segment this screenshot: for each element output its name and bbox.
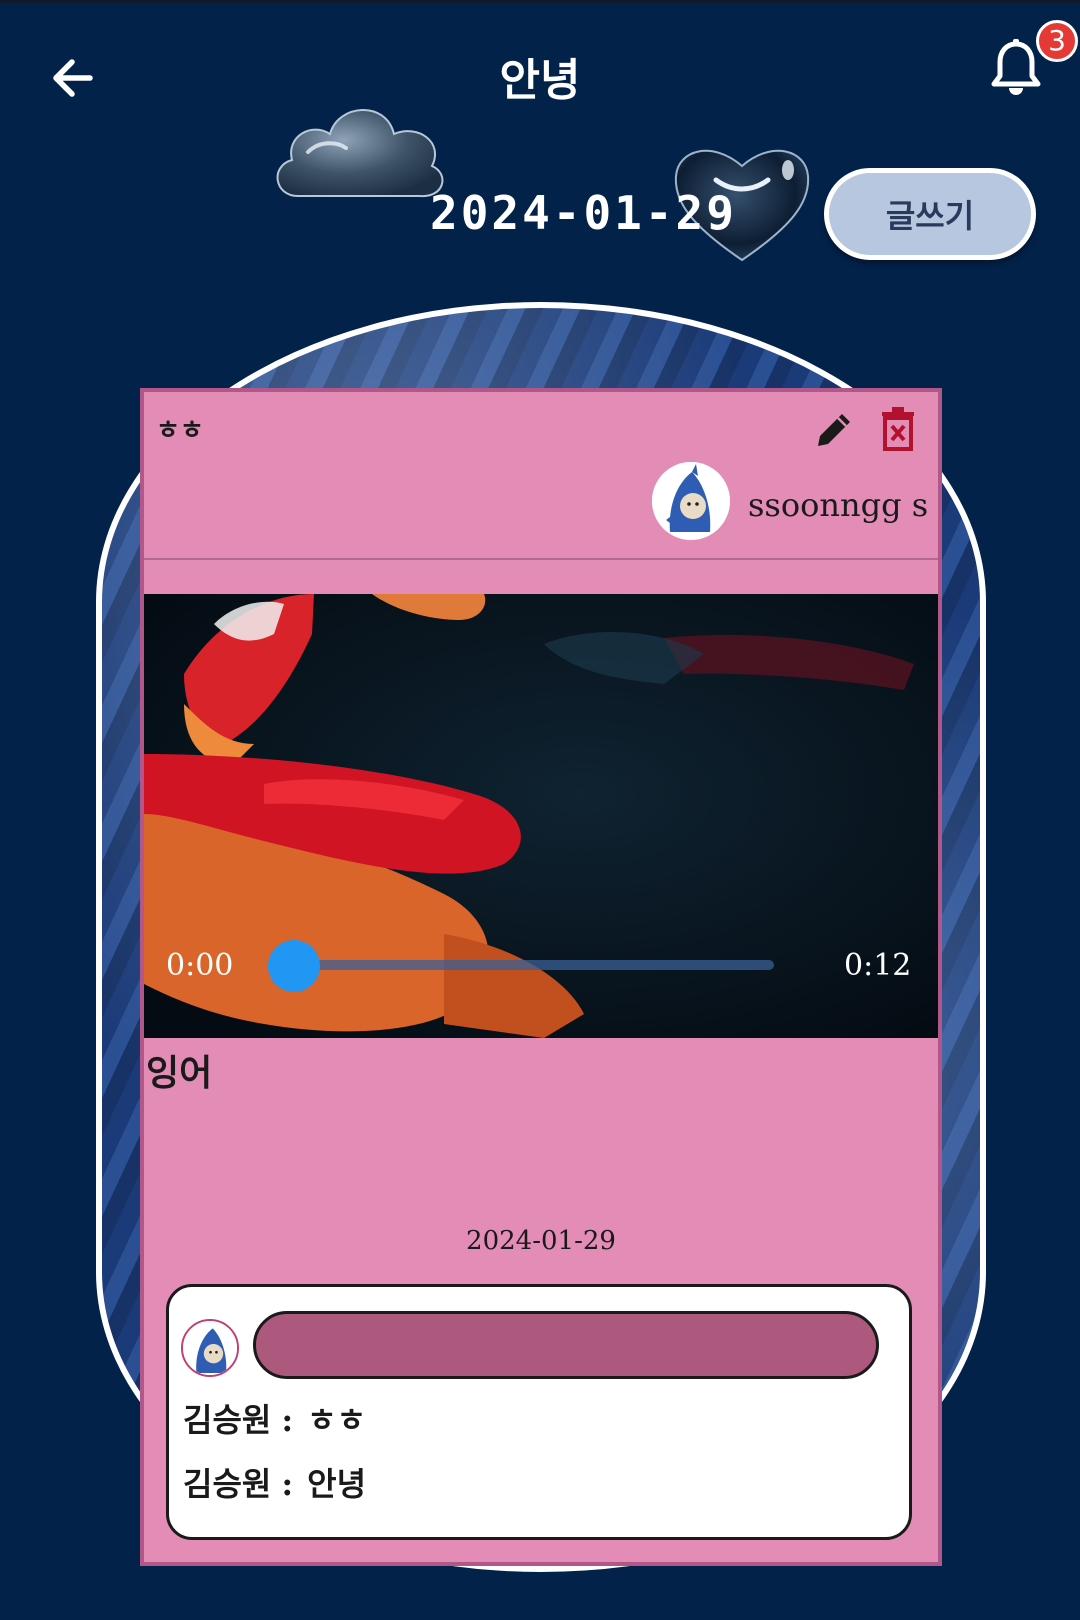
selected-date: 2024-01-29	[430, 186, 737, 240]
post-title: ㅎㅎ	[156, 416, 204, 446]
comment-separator: :	[281, 1401, 294, 1439]
comment-input[interactable]	[253, 1311, 879, 1379]
post-date: 2024-01-29	[466, 1226, 616, 1256]
edit-button[interactable]	[812, 408, 856, 452]
comment-separator: :	[281, 1465, 294, 1503]
comment-item: 김승원: ㅎㅎ	[183, 1395, 366, 1441]
write-button[interactable]: 글쓰기	[824, 168, 1036, 260]
delete-button[interactable]	[878, 406, 918, 452]
video-seek-thumb[interactable]	[268, 940, 320, 992]
koi-video-frame	[144, 594, 938, 1038]
comment-item: 김승원: 안녕	[183, 1459, 366, 1505]
commenter-avatar	[181, 1319, 239, 1377]
notification-badge: 3	[1036, 20, 1078, 62]
video-seek-track[interactable]	[294, 960, 774, 970]
post-body: 잉어	[146, 1052, 213, 1094]
post-header: ㅎㅎ ssoonngg s	[144, 392, 938, 560]
notifications-button[interactable]	[988, 38, 1044, 98]
video-duration: 0:12	[844, 948, 912, 983]
pencil-icon	[818, 414, 850, 446]
author-name: ssoonngg s	[748, 486, 929, 524]
page-title: 안녕	[499, 55, 581, 106]
comment-author: 김승원	[183, 1465, 272, 1503]
bell-icon	[991, 39, 1041, 95]
trash-icon	[882, 407, 914, 451]
post-card: ㅎㅎ ssoonngg s 0:00 0:12 잉어 2024-01-29 김승…	[140, 388, 942, 1566]
author-avatar[interactable]	[652, 462, 730, 540]
comment-text: 안녕	[307, 1465, 367, 1503]
video-current-time: 0:00	[166, 948, 234, 983]
status-strip	[0, 0, 1080, 3]
shark-avatar-icon	[652, 462, 730, 540]
comment-author: 김승원	[183, 1401, 272, 1439]
cloud-icon	[276, 109, 444, 198]
shark-avatar-icon	[183, 1321, 237, 1375]
comment-text: ㅎㅎ	[307, 1401, 367, 1439]
comment-box: 김승원: ㅎㅎ 김승원: 안녕	[166, 1284, 912, 1540]
video-player[interactable]: 0:00 0:12	[144, 594, 938, 1038]
